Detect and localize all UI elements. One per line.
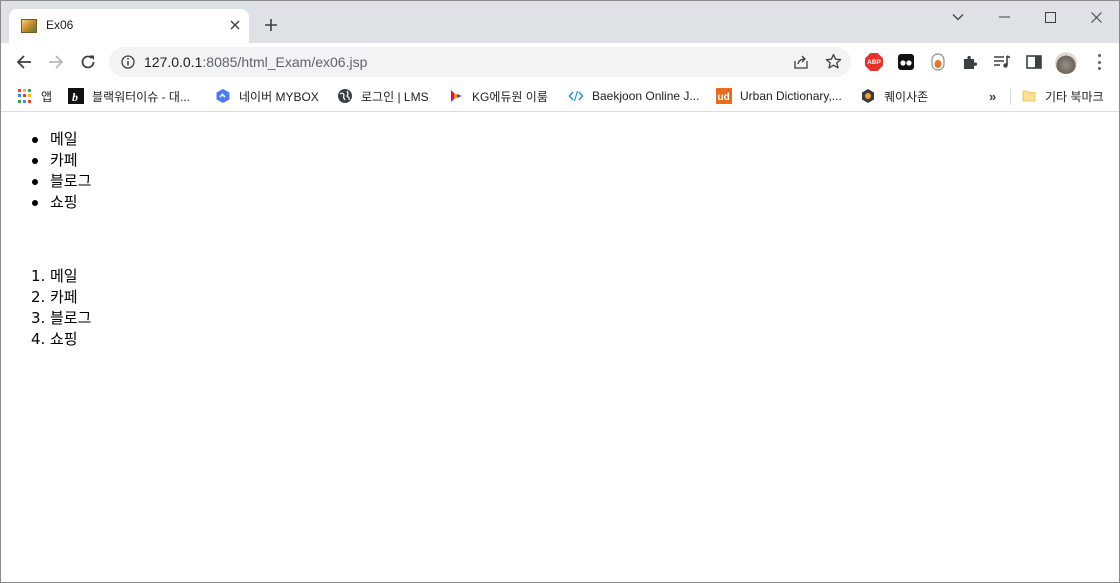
tab-search-chevron-icon[interactable] <box>935 5 981 29</box>
close-window-button[interactable] <box>1073 5 1119 29</box>
bookmark-blackwater[interactable]: b 블랙워터이슈 - 대... <box>68 86 190 106</box>
folder-icon <box>1021 88 1037 104</box>
back-button[interactable] <box>13 51 35 73</box>
bookmark-label: KG에듀원 이룸 <box>472 89 548 104</box>
maximize-button[interactable] <box>1027 5 1073 29</box>
list-number: 2. <box>31 288 46 306</box>
list-item: 쇼핑 <box>1 192 91 213</box>
tab-active[interactable]: Ex06 <box>9 9 249 43</box>
bookmark-lms[interactable]: 로그인 | LMS <box>337 86 429 106</box>
bookmark-label: Baekjoon Online J... <box>592 89 700 103</box>
list-item: 2. 카페 <box>31 288 78 306</box>
ud-logo-icon: ud <box>716 88 732 104</box>
list-item: 블로그 <box>1 171 91 192</box>
reload-button[interactable] <box>77 51 99 73</box>
code-brackets-icon <box>568 88 584 104</box>
url-path: :8085/html_Exam/ex06.jsp <box>202 54 368 70</box>
reading-list-icon[interactable] <box>993 53 1011 71</box>
tab-title: Ex06 <box>46 18 74 32</box>
bookmark-other-folder[interactable]: 기타 북마크 <box>1021 86 1104 106</box>
b-logo-icon: b <box>68 88 84 104</box>
bookmark-kg-eduone[interactable]: KG에듀원 이룸 <box>448 86 548 106</box>
bookmark-urban-dictionary[interactable]: ud Urban Dictionary,... <box>716 86 842 106</box>
bullet-icon <box>32 137 38 143</box>
list-number: 3. <box>31 309 46 327</box>
adblock-plus-icon[interactable]: ABP <box>865 53 883 71</box>
share-icon[interactable] <box>793 54 809 70</box>
bookmark-baekjoon[interactable]: Baekjoon Online J... <box>568 86 699 106</box>
browser-menu-icon[interactable] <box>1091 53 1107 71</box>
bookmark-label: 기타 북마크 <box>1045 89 1104 104</box>
bookmark-apps[interactable]: 앱 <box>17 86 52 106</box>
mybox-icon <box>215 88 231 104</box>
bookmark-label: 네이버 MYBOX <box>239 89 319 104</box>
forward-button[interactable] <box>45 51 67 73</box>
more-bookmarks-chevron-icon[interactable]: » <box>989 89 996 104</box>
tab-strip: Ex06 <box>1 1 1119 43</box>
bookmark-label: 퀘이사존 <box>884 89 929 104</box>
list-item: 3. 블로그 <box>31 309 92 327</box>
side-panel-icon[interactable] <box>1025 53 1043 71</box>
page-content: 메일 카페 블로그 쇼핑 1. 메일 2. 카페 3. 블로그 4. 쇼핑 <box>1 113 1119 582</box>
bullet-icon <box>32 200 38 206</box>
list-number: 1. <box>31 267 46 285</box>
quasarzone-icon <box>860 88 876 104</box>
globe-icon <box>337 88 353 104</box>
url-host: 127.0.0.1 <box>144 54 203 70</box>
bookmarks-divider <box>1010 89 1011 105</box>
bookmark-quasarzone[interactable]: 퀘이사존 <box>860 86 928 106</box>
bookmark-mybox[interactable]: 네이버 MYBOX <box>215 86 319 106</box>
list-number: 4. <box>31 330 46 348</box>
address-bar[interactable]: 127.0.0.1:8085/html_Exam/ex06.jsp <box>109 47 851 77</box>
list-item: 카페 <box>1 150 91 171</box>
page-favicon-icon <box>21 19 37 33</box>
bookmarks-bar: 앱 b 블랙워터이슈 - 대... 네이버 MYBOX 로그인 | LMS KG… <box>1 81 1119 112</box>
kg-logo-icon <box>448 88 464 104</box>
url-text[interactable]: 127.0.0.1:8085/html_Exam/ex06.jsp <box>144 54 367 70</box>
bullet-icon <box>32 179 38 185</box>
browser-window: Ex06 127.0.0.1:8085/html_Exam/ex06.jsp A… <box>0 0 1120 583</box>
new-tab-button[interactable] <box>261 15 281 35</box>
tab-close-icon[interactable] <box>227 17 243 33</box>
svg-text:ud: ud <box>718 92 730 103</box>
list-item: 4. 쇼핑 <box>31 330 78 348</box>
bookmark-star-icon[interactable] <box>825 53 842 70</box>
unordered-list: 메일 카페 블로그 쇼핑 <box>1 129 91 213</box>
extension-capsule-icon[interactable] <box>929 53 947 71</box>
site-info-icon[interactable] <box>121 55 135 69</box>
bullet-icon <box>32 158 38 164</box>
profile-avatar[interactable] <box>1055 52 1077 74</box>
ordered-list: 1. 메일 2. 카페 3. 블로그 4. 쇼핑 <box>1 266 91 350</box>
bookmark-label: 앱 <box>41 89 53 104</box>
bookmark-label: 로그인 | LMS <box>361 89 429 104</box>
list-item: 메일 <box>1 129 91 150</box>
extensions-puzzle-icon[interactable] <box>961 53 979 71</box>
tampermonkey-icon[interactable] <box>897 53 915 71</box>
apps-grid-icon <box>17 88 33 104</box>
bookmark-label: 블랙워터이슈 - 대... <box>92 89 190 104</box>
bookmark-label: Urban Dictionary,... <box>740 89 842 103</box>
minimize-button[interactable] <box>981 5 1027 29</box>
browser-toolbar: 127.0.0.1:8085/html_Exam/ex06.jsp ABP <box>1 43 1119 81</box>
list-item: 1. 메일 <box>31 267 78 285</box>
svg-text:b: b <box>72 90 78 104</box>
